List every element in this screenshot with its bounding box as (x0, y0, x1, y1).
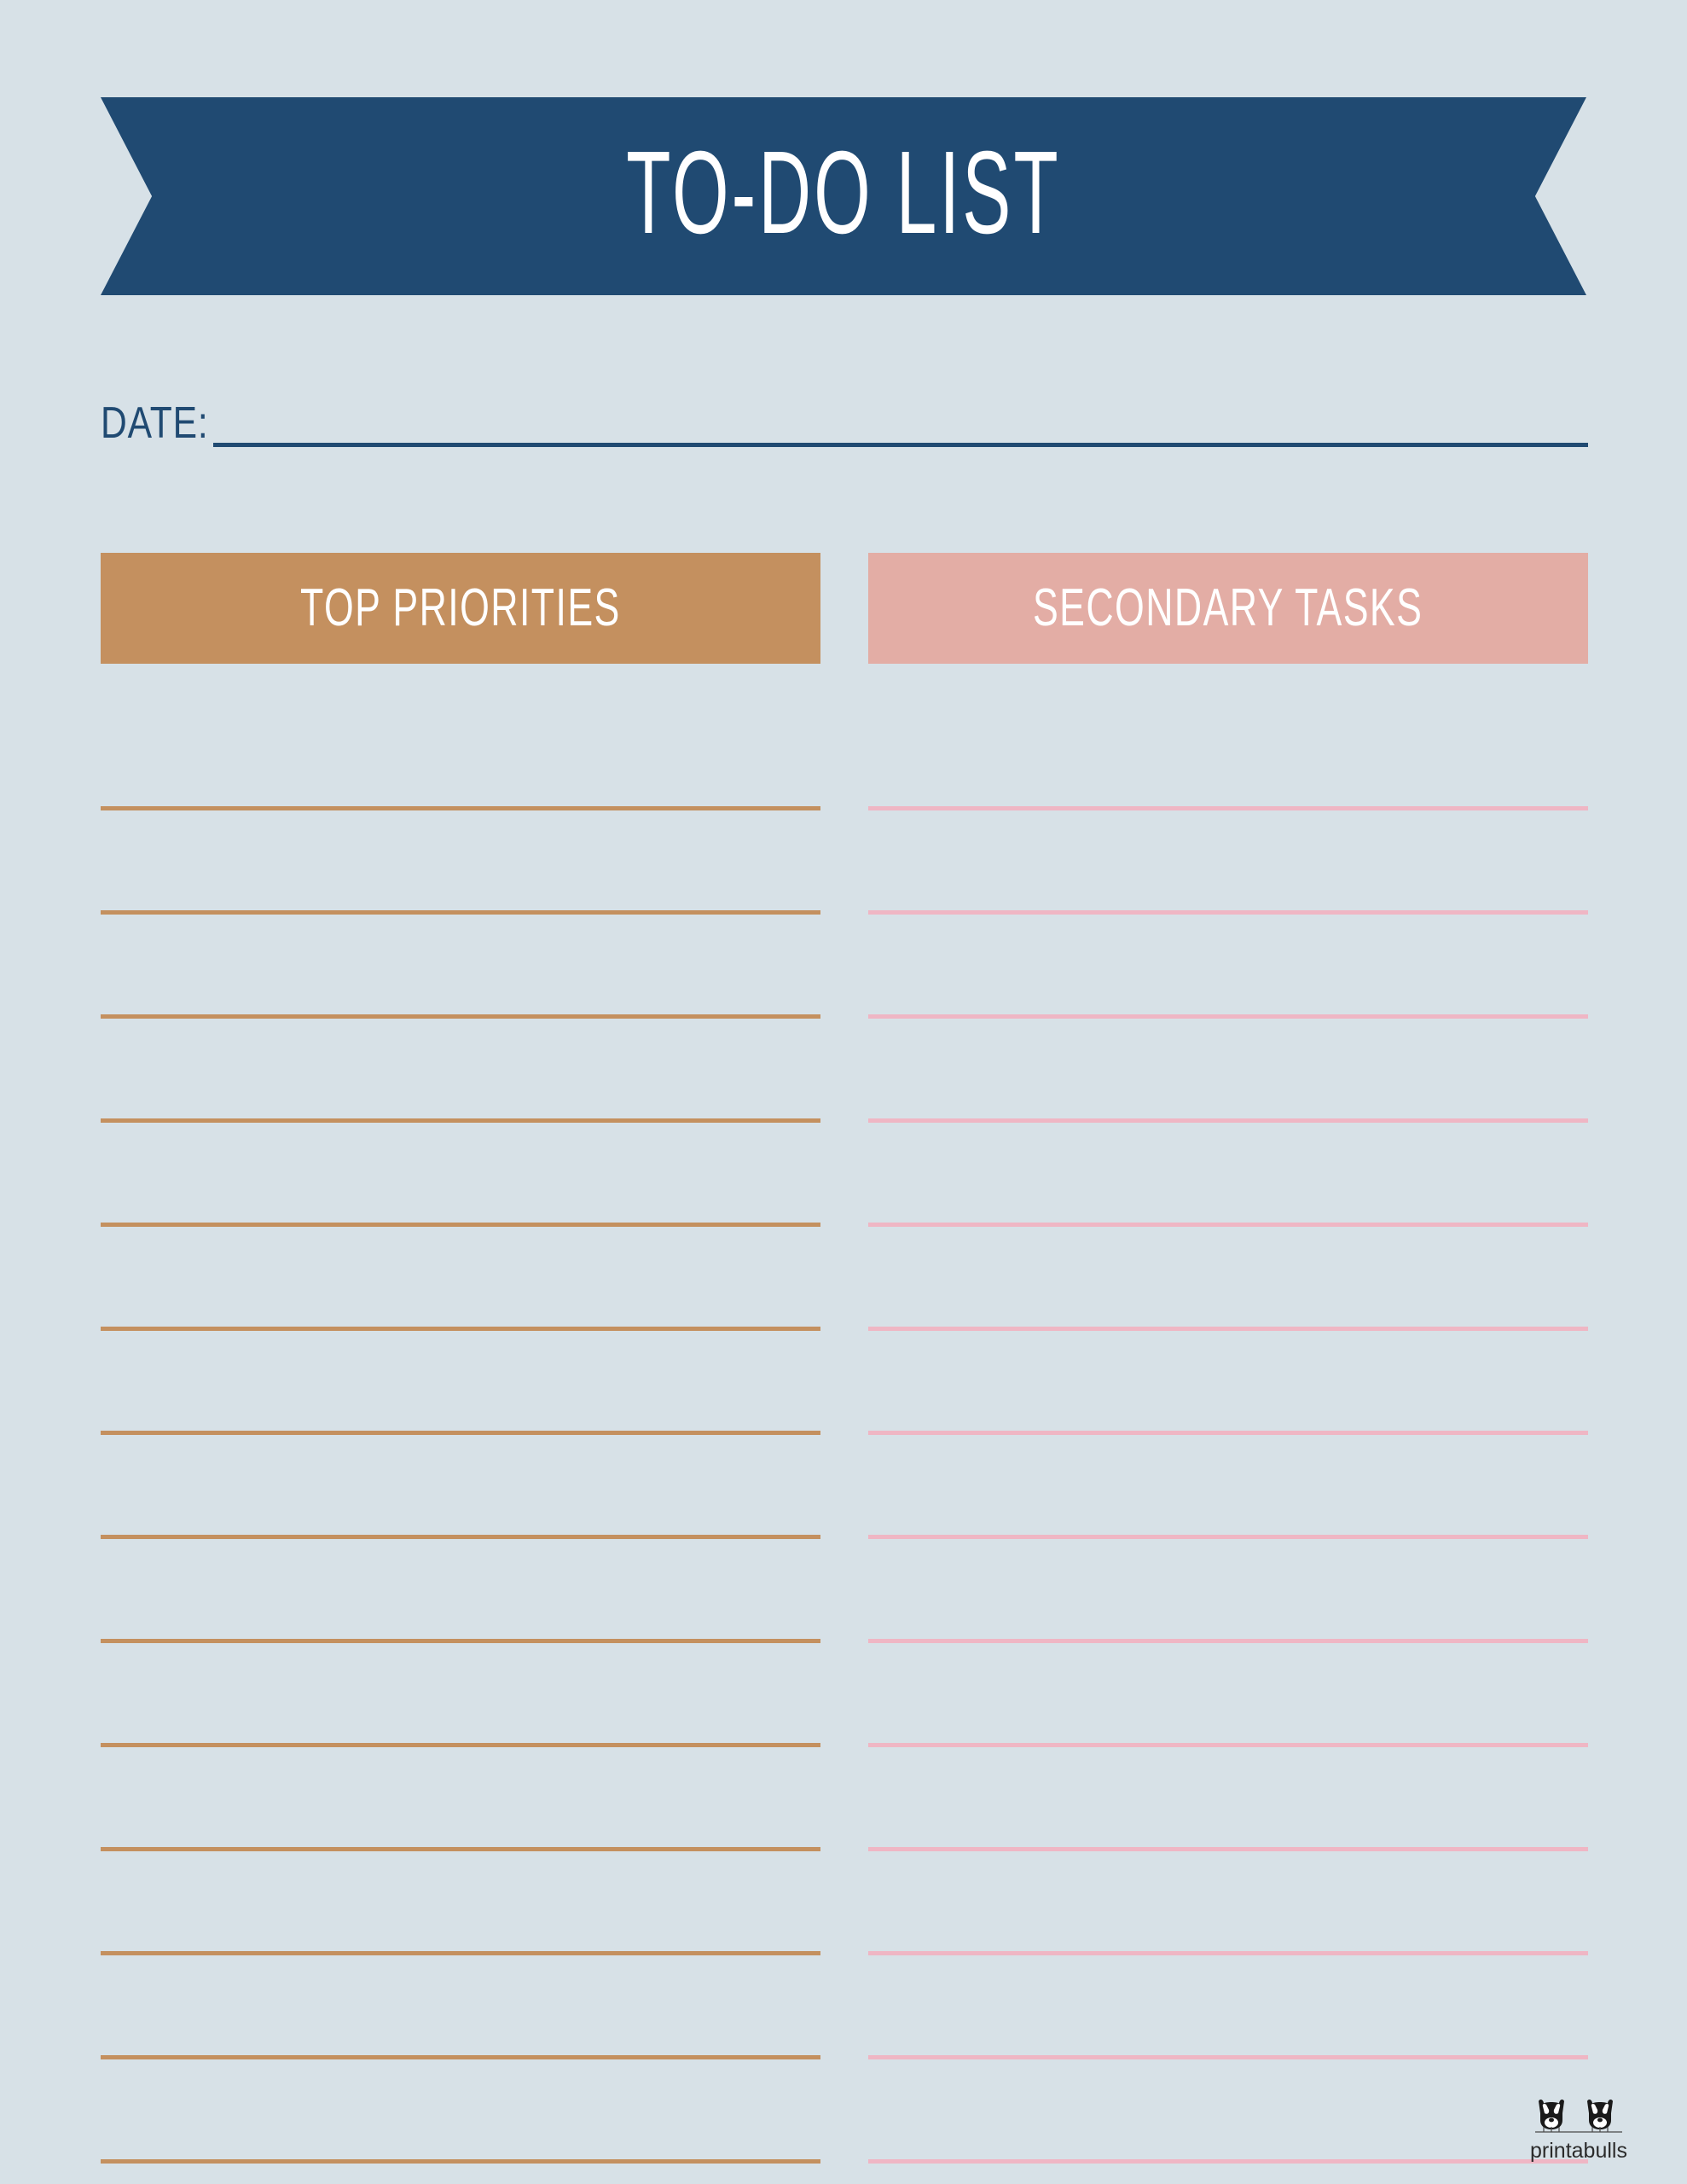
list-item[interactable] (868, 1747, 1588, 1851)
list-item[interactable] (868, 1851, 1588, 1955)
list-item[interactable] (868, 1227, 1588, 1331)
date-row: DATE: (101, 391, 1588, 450)
task-columns: TOP PRIORITIES SECONDARY TASKS (101, 553, 1588, 2164)
column-header-label: SECONDARY TASKS (1033, 578, 1423, 637)
list-item[interactable] (101, 1643, 820, 1747)
page-title: TO-DO LIST (626, 127, 1061, 258)
column-secondary-tasks: SECONDARY TASKS (868, 553, 1588, 2164)
list-item[interactable] (868, 1019, 1588, 1123)
list-item[interactable] (101, 1227, 820, 1331)
list-item[interactable] (101, 2059, 820, 2164)
list-item[interactable] (101, 1435, 820, 1539)
list-item[interactable] (101, 1539, 820, 1643)
list-item[interactable] (868, 1955, 1588, 2059)
list-item[interactable] (101, 810, 820, 915)
column-top-priorities: TOP PRIORITIES (101, 553, 820, 2164)
list-item[interactable] (868, 706, 1588, 810)
list-item[interactable] (868, 1123, 1588, 1227)
write-line (868, 2159, 1588, 2164)
column-header-label: TOP PRIORITIES (300, 578, 621, 637)
list-item[interactable] (868, 2059, 1588, 2164)
list-item[interactable] (101, 1955, 820, 2059)
write-line (101, 2159, 820, 2164)
secondary-tasks-lines (868, 706, 1588, 2164)
list-item[interactable] (101, 915, 820, 1019)
column-header-secondary-tasks: SECONDARY TASKS (868, 553, 1588, 664)
list-item[interactable] (101, 1019, 820, 1123)
column-header-top-priorities: TOP PRIORITIES (101, 553, 820, 664)
list-item[interactable] (868, 1539, 1588, 1643)
printable-page: TO-DO LIST DATE: TOP PRIORITIES SECONDAR… (0, 0, 1687, 2184)
logo-text: printabulls (1530, 2139, 1627, 2163)
list-item[interactable] (868, 1643, 1588, 1747)
list-item[interactable] (101, 1123, 820, 1227)
list-item[interactable] (868, 810, 1588, 915)
printabulls-logo: printabulls (1520, 2092, 1638, 2162)
list-item[interactable] (101, 1331, 820, 1435)
list-item[interactable] (868, 915, 1588, 1019)
list-item[interactable] (868, 1435, 1588, 1539)
list-item[interactable] (101, 706, 820, 810)
date-label: DATE: (101, 398, 209, 448)
list-item[interactable] (868, 1331, 1588, 1435)
two-bulldog-faces-icon (1535, 2099, 1622, 2133)
date-input-line[interactable] (213, 443, 1588, 447)
title-banner: TO-DO LIST (101, 97, 1586, 295)
top-priorities-lines (101, 706, 820, 2164)
list-item[interactable] (101, 1747, 820, 1851)
list-item[interactable] (101, 1851, 820, 1955)
